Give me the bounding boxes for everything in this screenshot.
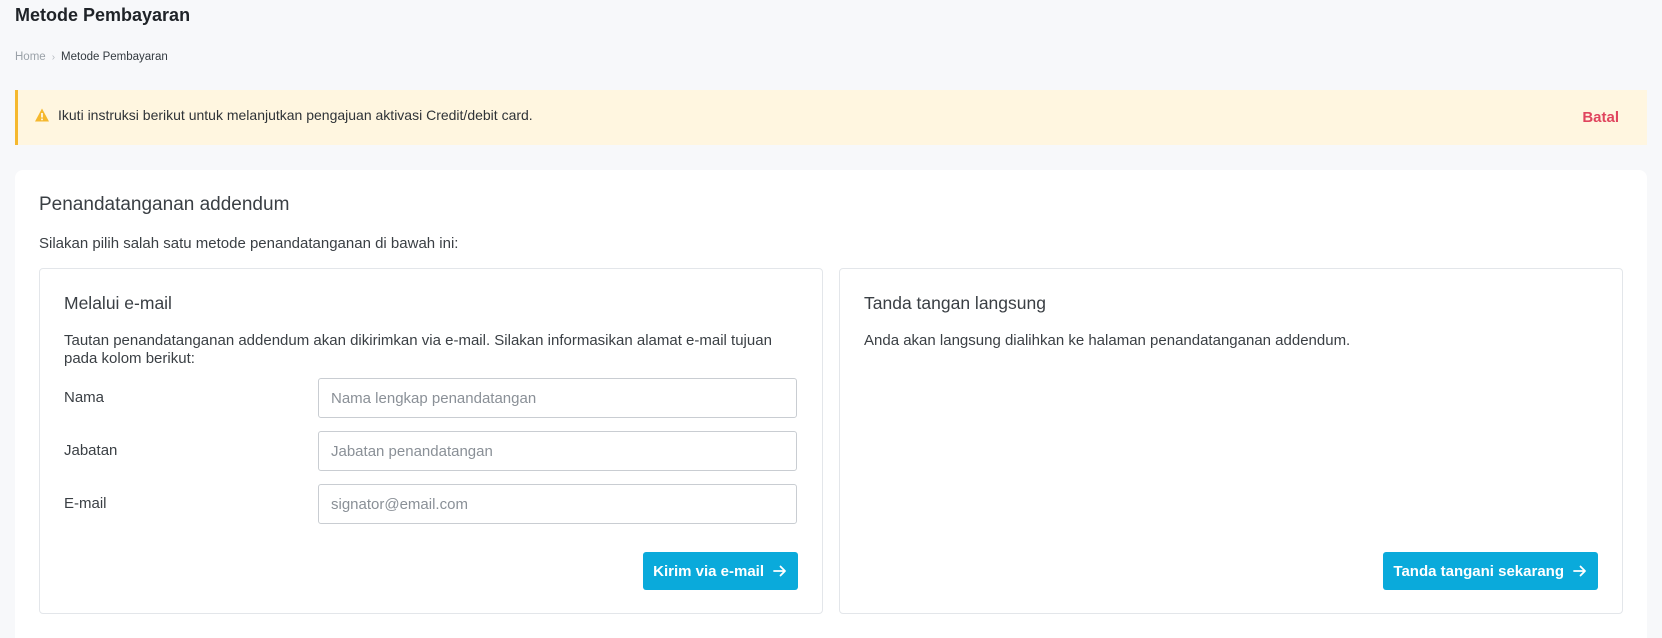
send-via-email-button[interactable]: Kirim via e-mail: [643, 552, 798, 590]
direct-option-title: Tanda tangan langsung: [864, 293, 1046, 313]
email-input[interactable]: [318, 484, 797, 524]
position-label: Jabatan: [64, 442, 118, 459]
instruction-alert: Ikuti instruksi berikut untuk melanjutka…: [15, 90, 1647, 145]
email-option-title: Melalui e-mail: [64, 293, 172, 313]
position-field-row: Jabatan: [64, 431, 800, 471]
breadcrumb: Home › Metode Pembayaran: [15, 51, 168, 63]
direct-signing-option: Tanda tangan langsung Anda akan langsung…: [839, 268, 1623, 614]
breadcrumb-home-link[interactable]: Home: [15, 51, 46, 63]
warning-icon: [35, 108, 49, 121]
sign-now-label: Tanda tangani sekarang: [1393, 562, 1564, 580]
sign-now-button[interactable]: Tanda tangani sekarang: [1383, 552, 1598, 590]
alert-message: Ikuti instruksi berikut untuk melanjutka…: [58, 106, 533, 123]
cancel-button[interactable]: Batal: [1582, 109, 1619, 126]
email-field-row: E-mail: [64, 484, 800, 524]
section-title: Penandatanganan addendum: [39, 194, 290, 215]
arrow-right-icon: [773, 565, 786, 577]
send-via-email-label: Kirim via e-mail: [653, 562, 764, 580]
name-field-row: Nama: [64, 378, 800, 418]
name-input[interactable]: [318, 378, 797, 418]
page-title: Metode Pembayaran: [15, 5, 191, 25]
email-option-description: Tautan penandatanganan addendum akan dik…: [64, 332, 772, 367]
breadcrumb-current: Metode Pembayaran: [61, 51, 168, 63]
email-label: E-mail: [64, 495, 107, 512]
direct-option-description: Anda akan langsung dialihkan ke halaman …: [864, 332, 1351, 349]
arrow-right-icon: [1573, 565, 1586, 577]
name-label: Nama: [64, 389, 105, 406]
email-signing-option: Melalui e-mail Tautan penandatanganan ad…: [39, 268, 823, 614]
position-input[interactable]: [318, 431, 797, 471]
addendum-signing-panel: Penandatanganan addendum Silakan pilih s…: [15, 170, 1647, 638]
section-description: Silakan pilih salah satu metode penandat…: [39, 235, 459, 252]
breadcrumb-separator: ›: [51, 51, 56, 63]
